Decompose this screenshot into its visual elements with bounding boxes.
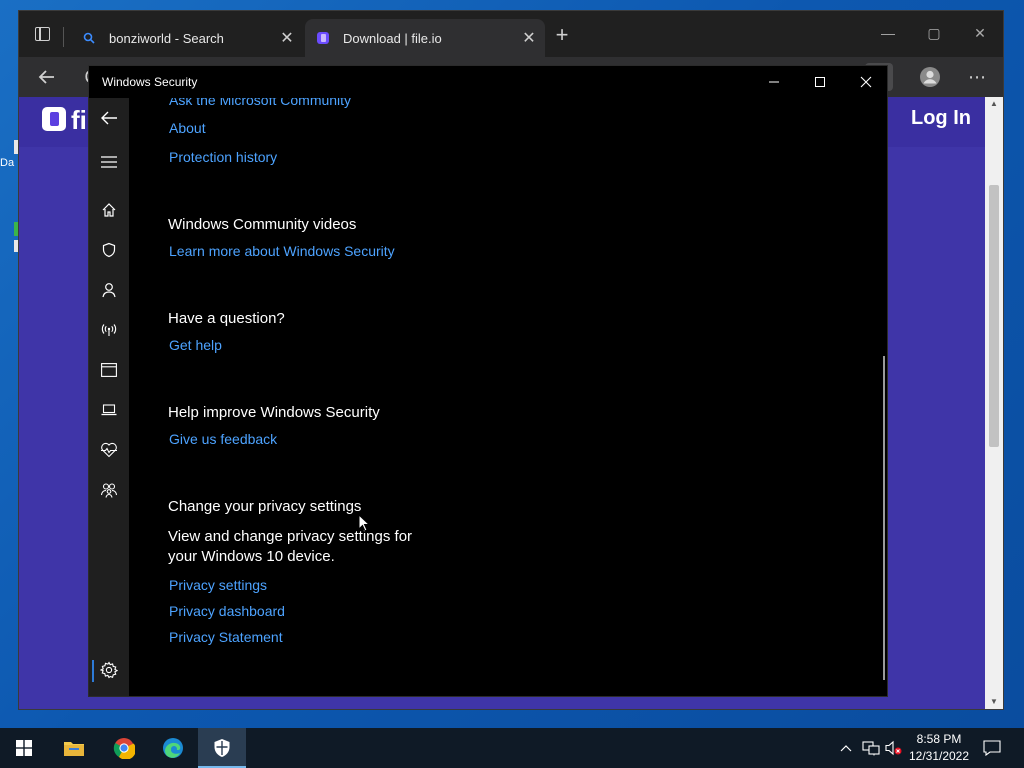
fileio-icon [315, 30, 331, 46]
link-privacy-dashboard[interactable]: Privacy dashboard [169, 603, 285, 619]
close-tab-icon[interactable]: ✕ [519, 28, 539, 48]
device-health-icon[interactable] [89, 430, 129, 470]
fileio-logo-icon[interactable] [42, 107, 66, 131]
windows-security-taskbar-button[interactable] [198, 728, 246, 768]
link-learn-more[interactable]: Learn more about Windows Security [169, 243, 395, 259]
heading-have-question: Have a question? [168, 310, 285, 327]
account-protection-icon[interactable] [89, 270, 129, 310]
close-icon[interactable] [843, 66, 889, 98]
edge-button[interactable] [149, 728, 197, 768]
edge-icon [163, 738, 183, 758]
folder-icon [64, 742, 84, 756]
link-ask-community[interactable]: Ask the Microsoft Community [169, 98, 351, 108]
network-icon[interactable] [861, 738, 881, 758]
shield-icon[interactable] [89, 230, 129, 270]
tab-title: bonziworld - Search [109, 30, 224, 46]
link-protection-history[interactable]: Protection history [169, 149, 277, 165]
windows-logo-icon [16, 740, 32, 756]
ws-settings-content: Ask the Microsoft Community About Protec… [129, 98, 887, 696]
search-icon [81, 30, 97, 46]
heading-help-improve: Help improve Windows Security [168, 404, 380, 421]
site-name[interactable]: fi [71, 105, 87, 136]
shield-icon [214, 739, 230, 757]
ws-scrollbar[interactable] [883, 356, 885, 680]
heading-privacy-settings: Change your privacy settings [168, 498, 362, 515]
back-icon[interactable] [33, 63, 61, 91]
ws-navigation [89, 98, 129, 696]
settings-gear-icon[interactable] [89, 650, 129, 690]
firewall-network-icon[interactable] [89, 310, 129, 350]
start-button[interactable] [0, 728, 48, 768]
notifications-icon[interactable] [982, 738, 1002, 758]
system-clock[interactable]: 8:58 PM 12/31/2022 [902, 731, 976, 765]
desktop-icon-label-fragment[interactable]: Da [0, 157, 14, 169]
tab-download-fileio[interactable]: Download | file.io ✕ [305, 19, 545, 57]
chrome-button[interactable] [100, 728, 148, 768]
close-icon[interactable]: ✕ [957, 21, 1003, 45]
scroll-up-icon[interactable]: ▲ [985, 97, 1003, 111]
volume-muted-icon[interactable] [884, 738, 904, 758]
clock-date: 12/31/2022 [908, 749, 970, 763]
mouse-cursor-icon [358, 514, 370, 532]
tab-actions-icon[interactable] [35, 27, 50, 41]
minimize-icon[interactable]: — [865, 21, 911, 45]
family-options-icon[interactable] [89, 470, 129, 510]
maximize-icon[interactable]: ▢ [911, 21, 957, 45]
privacy-description: View and change privacy settings for you… [168, 528, 413, 565]
back-icon[interactable] [89, 98, 129, 138]
clock-time: 8:58 PM [916, 732, 962, 746]
heading-community-videos: Windows Community videos [168, 216, 357, 233]
windows-security-window: Windows Security Ask the Microsoft Commu… [88, 65, 888, 697]
scroll-down-icon[interactable]: ▼ [985, 695, 1003, 709]
close-tab-icon[interactable]: ✕ [277, 28, 297, 48]
tab-strip: bonziworld - Search ✕ Download | file.io… [19, 11, 1003, 57]
window-title: Windows Security [102, 75, 198, 89]
link-get-help[interactable]: Get help [169, 337, 222, 353]
page-scrollbar-thumb[interactable] [989, 185, 999, 447]
more-options-icon[interactable]: ⋯ [963, 63, 991, 91]
home-icon[interactable] [89, 190, 129, 230]
maximize-icon[interactable] [797, 66, 843, 98]
ws-titlebar[interactable]: Windows Security [89, 66, 887, 98]
login-link[interactable]: Log In [911, 107, 971, 130]
minimize-icon[interactable] [751, 66, 797, 98]
link-about[interactable]: About [169, 120, 206, 136]
page-scrollbar[interactable]: ▲ ▼ [985, 97, 1003, 709]
file-explorer-button[interactable] [50, 728, 98, 768]
tab-title: Download | file.io [343, 30, 442, 46]
new-tab-button[interactable]: + [551, 24, 573, 47]
hamburger-menu-icon[interactable] [89, 142, 129, 182]
link-give-feedback[interactable]: Give us feedback [169, 431, 277, 447]
taskbar: 8:58 PM 12/31/2022 [0, 728, 1024, 768]
app-browser-control-icon[interactable] [89, 350, 129, 390]
profile-avatar[interactable] [916, 63, 944, 91]
link-privacy-settings[interactable]: Privacy settings [169, 577, 267, 593]
chrome-icon [113, 738, 135, 759]
link-privacy-statement[interactable]: Privacy Statement [169, 629, 283, 645]
tab-bonziworld-search[interactable]: bonziworld - Search ✕ [63, 19, 303, 57]
show-hidden-icons-chevron[interactable] [836, 738, 856, 758]
device-security-icon[interactable] [89, 390, 129, 430]
